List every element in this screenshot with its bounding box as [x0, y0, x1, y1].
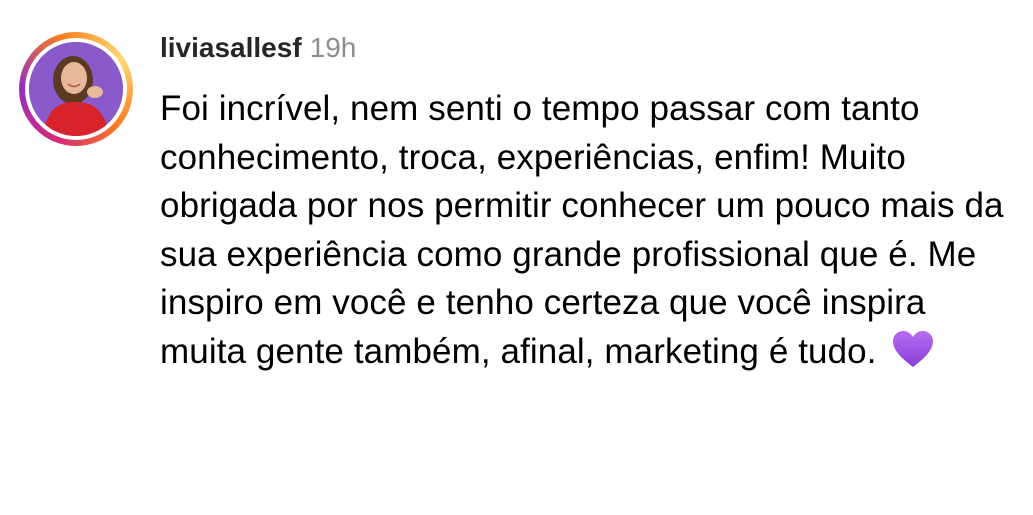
- comment-text: Foi incrível, nem senti o tempo passar c…: [160, 89, 1004, 371]
- comment-actions: 3 likes Reply See: [160, 490, 520, 515]
- purple-heart-icon: [891, 329, 935, 383]
- username[interactable]: liviasallesf: [160, 32, 302, 63]
- avatar[interactable]: [29, 42, 123, 136]
- comment-body: Foi incrível, nem senti o tempo passar c…: [160, 85, 1010, 382]
- reply-button[interactable]: Reply: [292, 490, 358, 515]
- story-ring[interactable]: [19, 32, 133, 146]
- likes-count[interactable]: 3 likes: [160, 490, 234, 515]
- comment-header: liviasallesf 19h: [160, 28, 356, 68]
- see-translation-button[interactable]: See: [416, 490, 462, 515]
- timestamp: 19h: [309, 32, 357, 63]
- avatar-ring-gap: [25, 38, 127, 140]
- avatar-photo: [29, 42, 123, 136]
- comment: liviasallesf 19h Foi incrível, nem senti …: [0, 0, 1033, 515]
